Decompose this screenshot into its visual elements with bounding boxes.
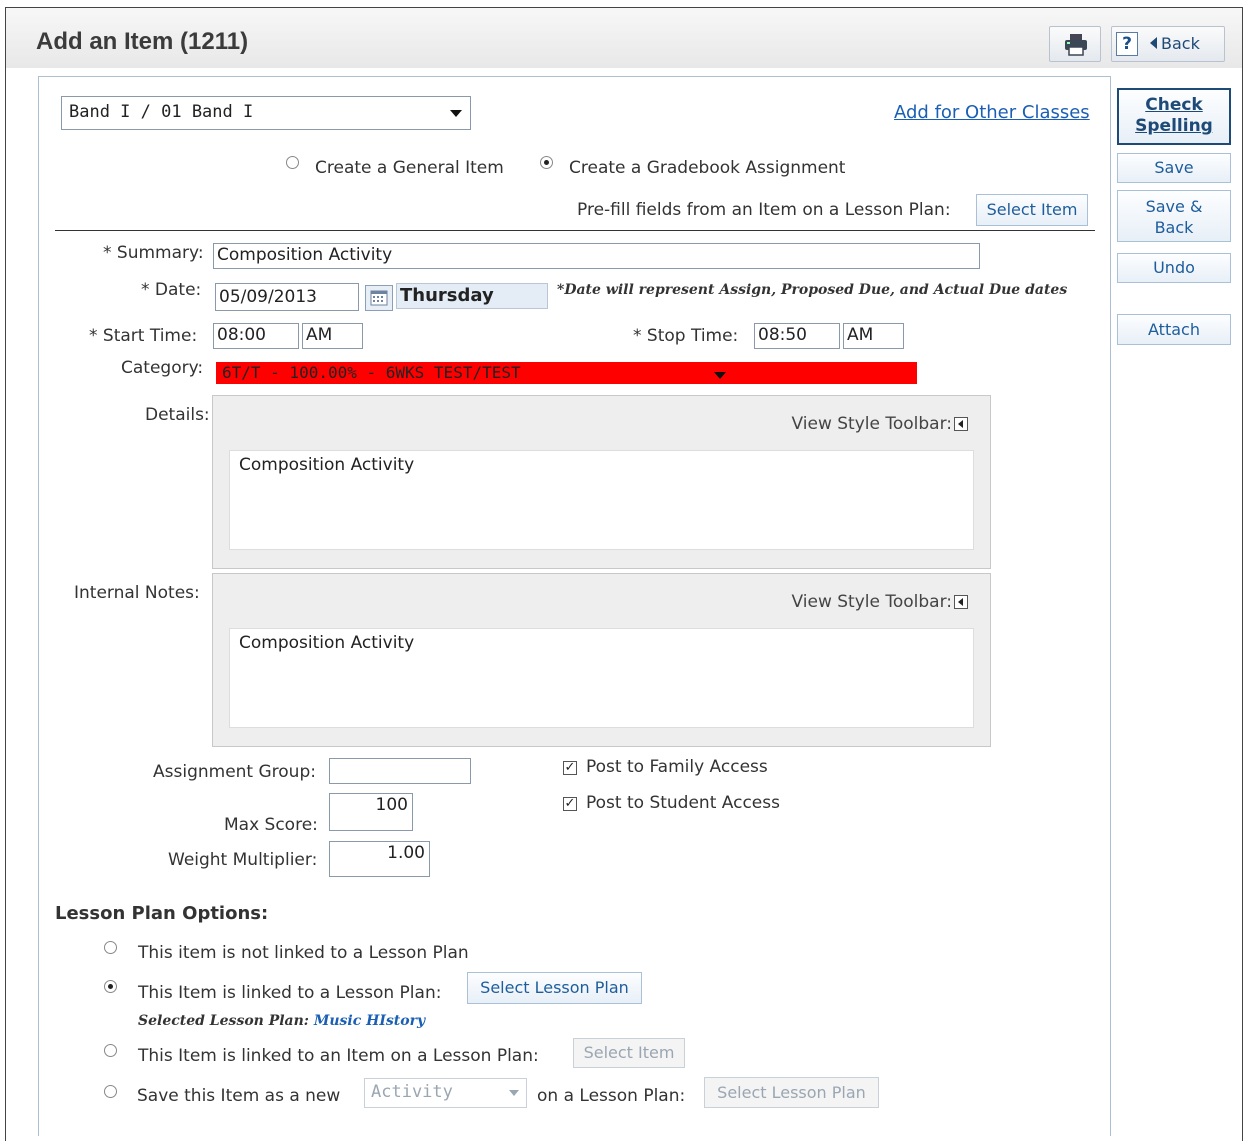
stop-time-input[interactable]: 08:50: [754, 323, 840, 349]
category-select[interactable]: 6T/T - 100.00% - 6WKS TEST/TEST: [213, 360, 917, 388]
general-item-radio[interactable]: [286, 156, 299, 169]
back-button[interactable]: Back: [1150, 34, 1200, 53]
details-editor: View Style Toolbar: Composition Activity: [212, 395, 991, 569]
not-linked-radio[interactable]: [104, 941, 117, 954]
start-time-label: * Start Time:: [89, 326, 198, 346]
date-note: *Date will represent Assign, Proposed Du…: [557, 282, 1068, 298]
linked-lesson-plan-radio[interactable]: [104, 980, 117, 993]
general-item-label: Create a General Item: [315, 158, 504, 178]
add-other-classes-link[interactable]: Add for Other Classes: [894, 102, 1090, 123]
activity-select[interactable]: Activity: [364, 1078, 527, 1108]
calendar-icon[interactable]: [365, 285, 393, 311]
help-icon[interactable]: ?: [1116, 32, 1138, 56]
chevron-down-icon: [450, 110, 462, 117]
check-spelling-button[interactable]: Check Spelling: [1117, 88, 1231, 145]
details-toolbar-toggle[interactable]: View Style Toolbar:: [792, 414, 968, 434]
post-family-label: Post to Family Access: [586, 757, 768, 777]
stop-time-label: * Stop Time:: [633, 326, 739, 346]
save-new-radio[interactable]: [104, 1085, 117, 1098]
details-label: Details:: [145, 405, 210, 425]
linked-item-label: This Item is linked to an Item on a Less…: [138, 1046, 539, 1066]
linked-item-radio[interactable]: [104, 1044, 117, 1057]
save-button[interactable]: Save: [1117, 153, 1231, 183]
notes-editor: View Style Toolbar: Composition Activity: [212, 573, 991, 747]
summary-label: * Summary:: [103, 243, 204, 263]
details-textarea[interactable]: Composition Activity: [229, 450, 974, 550]
save-new-suffix-label: on a Lesson Plan:: [537, 1086, 686, 1106]
select-lesson-plan-button[interactable]: Select Lesson Plan: [467, 972, 642, 1004]
chevron-down-icon: [714, 372, 726, 379]
assignment-group-input[interactable]: [329, 758, 471, 784]
back-arrow-icon: [1150, 37, 1157, 49]
notes-textarea[interactable]: Composition Activity: [229, 628, 974, 728]
start-time-input[interactable]: 08:00: [213, 323, 299, 349]
save-new-prefix-label: Save this Item as a new: [137, 1086, 341, 1106]
summary-input[interactable]: Composition Activity: [213, 243, 980, 269]
date-input[interactable]: 05/09/2013: [215, 283, 359, 311]
not-linked-label: This item is not linked to a Lesson Plan: [138, 943, 469, 963]
internal-notes-label: Internal Notes:: [74, 583, 200, 603]
selected-lesson-plan-label: Selected Lesson Plan: Music HIstory: [138, 1013, 426, 1029]
prefill-select-item-button[interactable]: Select Item: [976, 194, 1088, 226]
category-label: Category:: [121, 358, 204, 378]
assignment-group-label: Assignment Group:: [153, 762, 316, 782]
max-score-label: Max Score:: [224, 815, 318, 835]
print-icon: [1065, 34, 1087, 56]
divider: [55, 230, 1095, 231]
category-value: 6T/T - 100.00% - 6WKS TEST/TEST: [216, 362, 917, 384]
notes-toolbar-toggle[interactable]: View Style Toolbar:: [792, 592, 968, 612]
expand-left-icon[interactable]: [954, 417, 968, 431]
help-back-group: ? Back: [1111, 26, 1225, 62]
start-ampm-input[interactable]: AM: [302, 323, 363, 349]
lesson-plan-heading: Lesson Plan Options:: [55, 903, 269, 924]
linked-lesson-plan-label: This Item is linked to a Lesson Plan:: [138, 983, 442, 1003]
class-select[interactable]: Band I / 01 Band I: [61, 96, 471, 130]
post-family-checkbox[interactable]: ✓: [563, 761, 577, 775]
post-student-label: Post to Student Access: [586, 793, 780, 813]
weight-multiplier-input[interactable]: 1.00: [329, 841, 430, 877]
weight-multiplier-label: Weight Multiplier:: [168, 850, 318, 870]
expand-left-icon[interactable]: [954, 595, 968, 609]
save-new-select-lesson-plan-button[interactable]: Select Lesson Plan: [704, 1077, 879, 1108]
page-title: Add an Item (1211): [36, 28, 249, 55]
max-score-input[interactable]: 100: [329, 793, 413, 831]
post-student-checkbox[interactable]: ✓: [563, 797, 577, 811]
prefill-label: Pre-fill fields from an Item on a Lesson…: [577, 200, 951, 220]
day-display: Thursday: [396, 283, 548, 309]
selected-lesson-plan-link[interactable]: Music HIstory: [314, 1013, 425, 1029]
gradebook-assignment-radio[interactable]: [540, 156, 553, 169]
date-label: * Date:: [141, 280, 202, 300]
attach-button[interactable]: Attach: [1117, 314, 1231, 345]
stop-ampm-input[interactable]: AM: [843, 323, 904, 349]
print-button[interactable]: [1049, 26, 1101, 62]
linked-item-select-button[interactable]: Select Item: [573, 1038, 685, 1068]
undo-button[interactable]: Undo: [1117, 253, 1231, 283]
chevron-down-icon: [509, 1090, 519, 1096]
save-back-button[interactable]: Save & Back: [1117, 190, 1231, 242]
gradebook-assignment-label: Create a Gradebook Assignment: [569, 158, 846, 178]
